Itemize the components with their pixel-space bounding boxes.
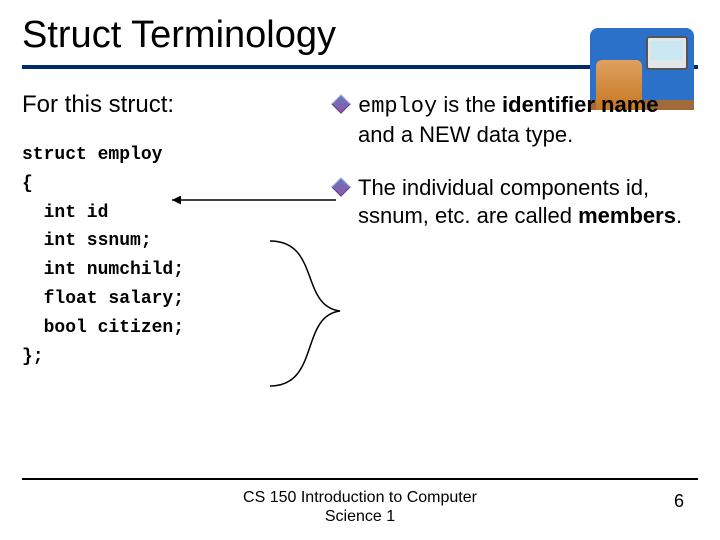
code-block: struct employ { int id int ssnum; int nu… xyxy=(22,141,322,371)
page-number: 6 xyxy=(674,491,684,512)
content-area: For this struct: struct employ { int id … xyxy=(0,69,720,371)
code-line: int ssnum; xyxy=(22,231,152,251)
code-line: int numchild; xyxy=(22,260,184,280)
bold-text: members xyxy=(578,203,676,228)
code-line: float salary; xyxy=(22,289,184,309)
bullet-2-text: The individual components id, ssnum, etc… xyxy=(358,174,698,229)
left-column: For this struct: struct employ { int id … xyxy=(22,91,322,371)
text-span: is the xyxy=(437,92,502,117)
diamond-bullet-icon xyxy=(331,177,351,197)
inline-code: employ xyxy=(358,94,437,119)
footer-text: CS 150 Introduction to Computer Science … xyxy=(220,488,500,526)
bold-text: identifier name xyxy=(502,92,658,117)
code-line: struct employ xyxy=(22,145,162,165)
footer-rule xyxy=(22,478,698,480)
code-line: }; xyxy=(22,347,44,367)
bullet-1: employ is the identifier name and a NEW … xyxy=(332,91,698,148)
diamond-bullet-icon xyxy=(331,94,351,114)
subtitle: For this struct: xyxy=(22,91,322,119)
code-line: { xyxy=(22,174,33,194)
text-span: . xyxy=(676,203,682,228)
code-line: bool citizen; xyxy=(22,318,184,338)
bullet-1-text: employ is the identifier name and a NEW … xyxy=(358,91,698,148)
right-column: employ is the identifier name and a NEW … xyxy=(332,91,698,371)
text-span: and a NEW data type. xyxy=(358,122,573,147)
code-line: int id xyxy=(22,203,108,223)
bullet-2: The individual components id, ssnum, etc… xyxy=(332,174,698,229)
